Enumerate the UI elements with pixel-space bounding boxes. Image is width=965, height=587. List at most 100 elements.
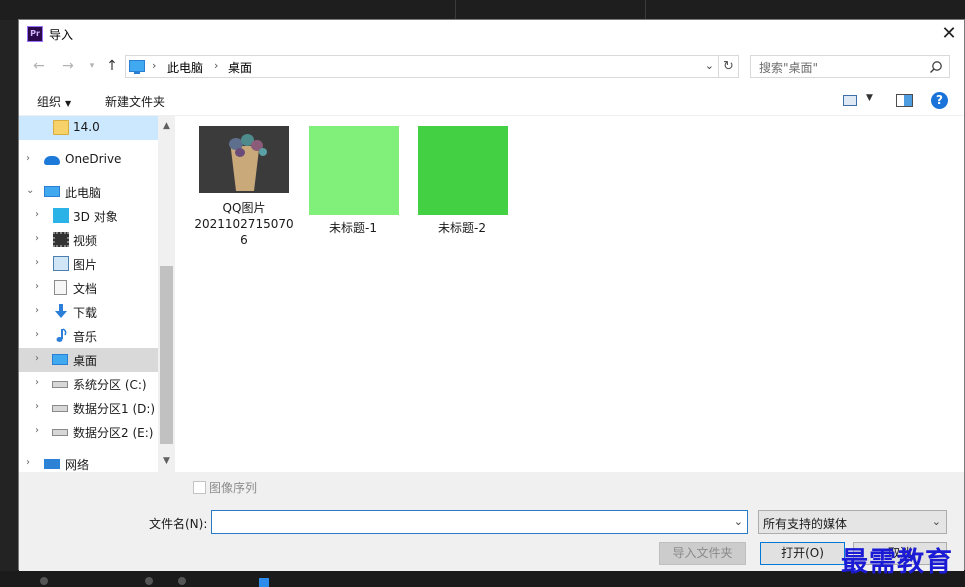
background-panel-segment <box>456 0 646 20</box>
file-thumbnail <box>199 126 289 193</box>
preview-pane-icon[interactable] <box>896 94 913 107</box>
computer-icon <box>129 60 145 74</box>
sidebar-item-desktop[interactable]: › 桌面 <box>19 348 158 372</box>
file-list: QQ图片 2021102715070 6 未标题-1 未标题-2 <box>175 116 964 472</box>
background-control-icon <box>40 577 48 585</box>
file-type-filter[interactable]: 所有支持的媒体 ⌄ <box>758 510 947 534</box>
expand-icon[interactable]: › <box>35 329 39 340</box>
sidebar-item-label: 数据分区2 (E:) <box>73 426 154 440</box>
expand-icon[interactable]: › <box>26 153 30 164</box>
sidebar-item-label: 网络 <box>65 458 90 472</box>
sidebar-item-downloads[interactable]: › 下载 <box>19 300 158 324</box>
scrollbar-thumb[interactable] <box>160 266 173 444</box>
dialog-footer: 图像序列 文件名(N): ⌄ 所有支持的媒体 ⌄ 导入文件夹 打开(O) 取消 <box>19 472 964 571</box>
view-mode-dropdown-icon[interactable]: ▼ <box>866 93 873 103</box>
sidebar-item-drive-c[interactable]: › 系统分区 (C:) <box>19 372 158 396</box>
navigation-bar: ← → ▾ ↑ › 此电脑 › 桌面 ⌄ ↻ 搜索"桌面" <box>19 49 964 83</box>
forward-button[interactable]: → <box>59 57 77 75</box>
back-button[interactable]: ← <box>30 57 48 75</box>
help-icon[interactable]: ? <box>931 92 948 109</box>
sidebar-item-network[interactable]: › 网络 <box>19 452 158 472</box>
expand-icon[interactable]: › <box>26 457 30 468</box>
up-button[interactable]: ↑ <box>103 57 121 75</box>
sidebar-item-label: OneDrive <box>65 152 122 166</box>
arrow-left-icon: ← <box>33 58 45 74</box>
sidebar-item-label: 系统分区 (C:) <box>73 378 147 392</box>
sidebar-item-14-0[interactable]: 14.0 <box>19 116 158 140</box>
file-item-untitled-2[interactable]: 未标题-2 <box>412 116 512 246</box>
expand-icon[interactable]: › <box>35 353 39 364</box>
expand-icon[interactable]: › <box>35 209 39 220</box>
computer-icon <box>44 186 60 197</box>
thumbnail-flower <box>235 148 245 157</box>
sidebar-item-label: 数据分区1 (D:) <box>73 402 156 416</box>
sidebar-item-drive-e[interactable]: › 数据分区2 (E:) <box>19 420 158 444</box>
search-placeholder: 搜索"桌面" <box>759 61 819 75</box>
sidebar-item-documents[interactable]: › 文档 <box>19 276 158 300</box>
open-button[interactable]: 打开(O) <box>760 542 845 565</box>
organize-button[interactable]: 组织 ▼ <box>37 93 71 110</box>
collapse-icon[interactable]: ⌄ <box>26 185 34 196</box>
expand-icon[interactable]: › <box>35 257 39 268</box>
system-drive-icon <box>52 381 68 388</box>
desktop-icon <box>52 354 68 365</box>
expand-icon[interactable]: › <box>35 425 39 436</box>
sidebar-item-label: 3D 对象 <box>73 210 118 224</box>
file-name-line: 2021102715070 <box>194 217 294 231</box>
caret-down-icon: ▼ <box>65 99 72 108</box>
breadcrumb-this-pc[interactable]: 此电脑 <box>167 59 203 76</box>
close-button[interactable]: ✕ <box>934 20 964 49</box>
expand-icon[interactable]: › <box>35 233 39 244</box>
scroll-down-icon[interactable]: ▼ <box>158 453 175 470</box>
file-item-untitled-1[interactable]: 未标题-1 <box>303 116 403 246</box>
background-app-panel-bottom <box>0 571 965 587</box>
expand-icon[interactable]: › <box>35 377 39 388</box>
image-sequence-checkbox[interactable] <box>193 481 206 494</box>
sidebar-item-label: 视频 <box>73 234 98 248</box>
expand-icon[interactable]: › <box>35 305 39 316</box>
recent-locations-button[interactable]: ▾ <box>83 57 101 75</box>
sidebar-item-this-pc[interactable]: ⌄ 此电脑 <box>19 180 158 204</box>
sidebar-item-pictures[interactable]: › 图片 <box>19 252 158 276</box>
breadcrumb-separator-icon: › <box>152 59 157 72</box>
file-item-qq-image[interactable]: QQ图片 2021102715070 6 <box>194 116 294 276</box>
network-icon <box>44 459 60 469</box>
chevron-down-icon[interactable]: ⌄ <box>734 515 743 528</box>
sidebar-item-drive-d[interactable]: › 数据分区1 (D:) <box>19 396 158 420</box>
file-thumbnail <box>418 126 508 215</box>
thumbnail-bouquet-paper <box>230 146 260 191</box>
background-control-icon <box>178 577 186 585</box>
sidebar-item-videos[interactable]: › 视频 <box>19 228 158 252</box>
navigation-pane: 14.0 › OneDrive ⌄ 此电脑 › 3D 对象 › 视频 › 图片 <box>19 116 158 472</box>
filename-label: 文件名(N): <box>149 517 208 531</box>
onedrive-icon <box>44 156 60 165</box>
new-folder-button[interactable]: 新建文件夹 <box>105 93 165 110</box>
expand-icon[interactable]: › <box>35 281 39 292</box>
filename-field[interactable]: ⌄ <box>211 510 748 534</box>
music-icon <box>56 328 67 342</box>
address-dropdown-icon[interactable]: ⌄ <box>705 59 714 72</box>
address-bar[interactable]: › 此电脑 › 桌面 ⌄ <box>125 55 719 78</box>
documents-icon <box>54 280 67 295</box>
search-input[interactable]: 搜索"桌面" <box>750 55 950 78</box>
image-sequence-label: 图像序列 <box>209 481 258 495</box>
organize-label: 组织 <box>37 95 62 109</box>
expand-icon[interactable]: › <box>35 401 39 412</box>
sidebar-item-label: 文档 <box>73 282 98 296</box>
breadcrumb-desktop[interactable]: 桌面 <box>228 59 252 76</box>
title-bar: Pr 导入 ✕ <box>19 20 964 49</box>
background-playhead <box>259 578 269 587</box>
refresh-icon: ↻ <box>723 59 734 74</box>
sidebar-scrollbar[interactable]: ▲ ▼ <box>158 116 175 472</box>
import-folder-button[interactable]: 导入文件夹 <box>659 542 746 565</box>
view-mode-icon[interactable] <box>843 95 857 106</box>
sidebar-item-label: 桌面 <box>73 354 98 368</box>
sidebar-item-music[interactable]: › 音乐 <box>19 324 158 348</box>
sidebar-item-label: 图片 <box>73 258 98 272</box>
scroll-up-icon[interactable]: ▲ <box>158 118 175 135</box>
premiere-pro-icon: Pr <box>27 26 43 42</box>
sidebar-item-onedrive[interactable]: › OneDrive <box>19 148 158 172</box>
sidebar-item-3d-objects[interactable]: › 3D 对象 <box>19 204 158 228</box>
refresh-button[interactable]: ↻ <box>719 55 739 78</box>
breadcrumb-separator-icon: › <box>214 59 219 72</box>
